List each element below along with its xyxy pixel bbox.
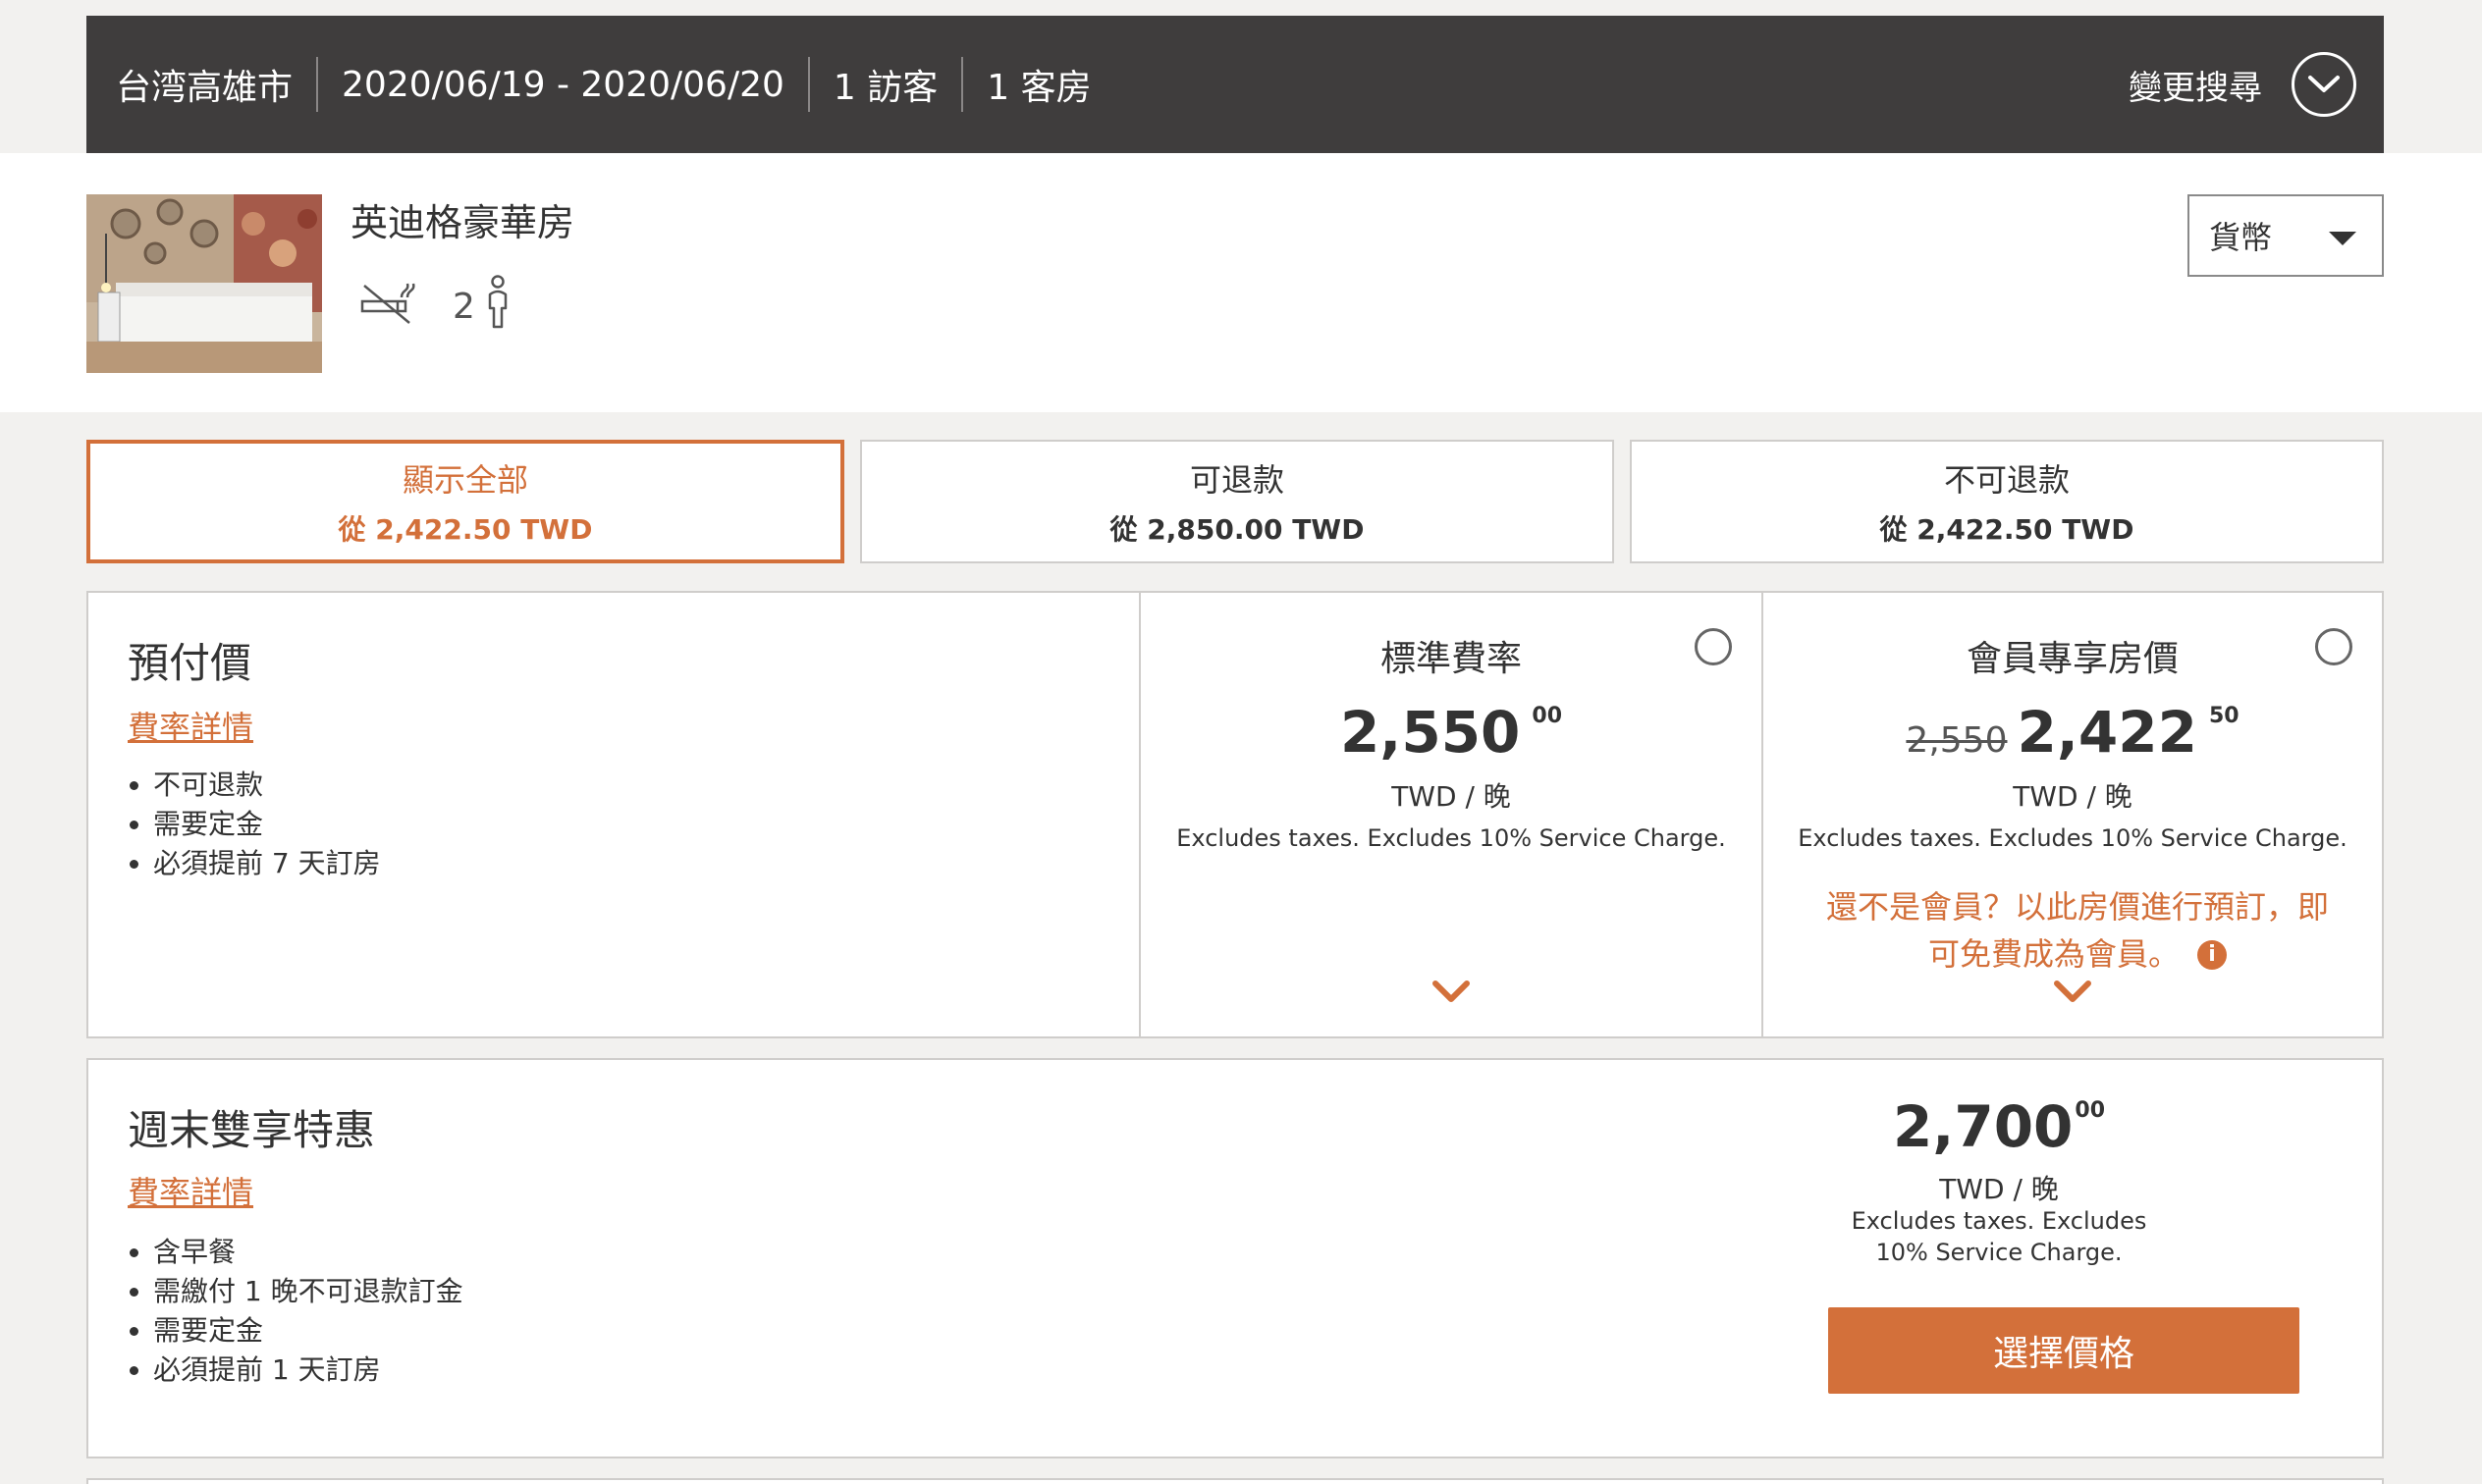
select-price-button[interactable]: 選擇價格 [1828, 1307, 2299, 1394]
caret-down-icon [2329, 232, 2356, 245]
search-guests: 1 訪客 [810, 57, 964, 112]
tab-refundable[interactable]: 可退款 從 2,850.00 TWD [860, 440, 1614, 563]
list-item: 含早餐 [153, 1233, 463, 1272]
rate-details-link[interactable]: 費率詳情 [128, 1168, 253, 1213]
tab-price: 從 2,850.00 TWD [1109, 513, 1365, 546]
no-smoking-icon [358, 278, 417, 336]
price-amount: 2,700 [1892, 1093, 2074, 1160]
search-rooms: 1 客房 [987, 68, 1092, 108]
rate-features: 不可退款 需要定金 必須提前 7 天訂房 [153, 766, 381, 883]
price-cents: 50 [2208, 704, 2239, 728]
promo-line: 還不是會員？以此房價進行預訂，即 [1825, 888, 2329, 926]
price-cents: 00 [1532, 704, 1563, 728]
list-item: 需要定金 [153, 805, 381, 844]
chevron-down-icon[interactable] [2292, 52, 2356, 117]
rate-features: 含早餐 需繳付 1 晚不可退款訂金 需要定金 必須提前 1 天訂房 [153, 1233, 463, 1390]
rate-title: 預付價 [128, 639, 252, 687]
list-item: 必須提前 7 天訂房 [153, 844, 381, 883]
change-search-button[interactable]: 變更搜尋 [2129, 52, 2356, 117]
price-note: Excludes taxes. Excludes 10% Service Cha… [1176, 824, 1726, 852]
price-note: Excludes taxes. Excludes 10% Service Cha… [1798, 824, 2347, 852]
info-icon[interactable]: i [2197, 940, 2227, 970]
price-note: Excludes taxes. Excludes 10% Service Cha… [1851, 1207, 2147, 1266]
rate-details-link[interactable]: 費率詳情 [128, 703, 253, 748]
currency-label: 貨幣 [2209, 219, 2273, 256]
standard-rate-option[interactable]: 標準費率 2,550 00 TWD / 晚 Excludes taxes. Exc… [1141, 593, 1763, 1036]
tab-price: 從 2,422.50 TWD [1879, 513, 2134, 546]
option-title: 標準費率 [1379, 639, 1522, 679]
room-photo[interactable] [86, 194, 322, 373]
list-item: 必須提前 1 天訂房 [153, 1351, 463, 1390]
price-unit: TWD / 晚 [2013, 780, 2132, 813]
tab-price: 從 2,422.50 TWD [338, 513, 593, 546]
price-amount: 2,422 [2017, 699, 2197, 766]
member-rate-option[interactable]: 會員專享房價 2,550 2,422 50 TWD / 晚 Excludes tax… [1763, 593, 2382, 1036]
option-price: 2,70000 [1754, 1093, 2244, 1160]
promo-line: 可免費成為會員。 [1927, 935, 2180, 973]
list-item: 需繳付 1 晚不可退款訂金 [153, 1272, 463, 1311]
weekend-rate-card: 週末雙享特惠 費率詳情 含早餐 需繳付 1 晚不可退款訂金 需要定金 必須提前 … [86, 1058, 2384, 1458]
room-header: 英迪格豪華房 2 貨幣 [0, 153, 2482, 412]
option-price: 2,550 00 [1141, 699, 1761, 766]
option-price: 2,550 2,422 50 [1763, 699, 2382, 766]
option-title: 會員專享房價 [1966, 639, 2179, 679]
change-search-label: 變更搜尋 [2129, 68, 2262, 108]
prepaid-rate-info: 預付價 費率詳情 不可退款 需要定金 必須提前 7 天訂房 [88, 593, 1141, 1036]
standard-rate-radio[interactable] [1695, 628, 1732, 665]
next-rate-card [86, 1478, 2384, 1484]
tab-show-all[interactable]: 顯示全部 從 2,422.50 TWD [86, 440, 844, 563]
member-promo-text: 還不是會員？以此房價進行預訂，即 可免費成為會員。 i [1803, 883, 2352, 978]
rate-title: 週末雙享特惠 [128, 1106, 376, 1154]
chevron-down-icon[interactable] [2053, 980, 2092, 1019]
occupancy-count: 2 [453, 287, 475, 327]
person-icon [485, 275, 511, 339]
tab-label: 不可退款 [1943, 461, 2070, 499]
tab-non-refundable[interactable]: 不可退款 從 2,422.50 TWD [1630, 440, 2384, 563]
room-name: 英迪格豪華房 [351, 201, 575, 244]
tab-label: 顯示全部 [402, 461, 528, 499]
original-price: 2,550 [1906, 720, 2008, 761]
rate-filter-tabs: 顯示全部 從 2,422.50 TWD 可退款 從 2,850.00 TWD 不… [86, 440, 2384, 563]
member-rate-radio[interactable] [2315, 628, 2352, 665]
prepaid-rate-card: 預付價 費率詳情 不可退款 需要定金 必須提前 7 天訂房 標準費率 2,550… [86, 591, 2384, 1038]
list-item: 不可退款 [153, 766, 381, 805]
price-amount: 2,550 [1339, 699, 1521, 766]
room-attributes: 2 [358, 275, 511, 339]
search-summary-bar: 台湾高雄市 2020/06/19 - 2020/06/20 1 訪客 1 客房 … [86, 16, 2384, 153]
price-unit: TWD / 晚 [1391, 780, 1511, 813]
chevron-down-icon[interactable] [1431, 980, 1471, 1019]
price-cents: 00 [2075, 1098, 2106, 1123]
currency-select[interactable]: 貨幣 [2187, 194, 2384, 277]
search-location: 台湾高雄市 [86, 57, 319, 112]
list-item: 需要定金 [153, 1311, 463, 1351]
search-dates: 2020/06/19 - 2020/06/20 [318, 57, 810, 112]
price-unit: TWD / 晚 [1939, 1173, 2059, 1205]
tab-label: 可退款 [1189, 461, 1284, 499]
